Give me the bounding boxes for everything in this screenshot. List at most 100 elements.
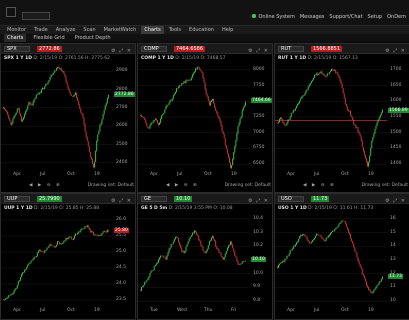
candlestick-chart[interactable]: [275, 62, 387, 172]
window-control[interactable]: [6, 7, 16, 17]
support-button[interactable]: Support/Chat: [329, 14, 362, 20]
chart-title: SPX 1 Y 1D: [4, 56, 32, 61]
candle-body: [364, 154, 366, 159]
candle-body: [345, 223, 347, 228]
candle-body: [46, 248, 48, 250]
candle-body: [349, 232, 350, 235]
candle-body: [316, 233, 318, 236]
setup-button[interactable]: Setup: [368, 14, 383, 20]
menu-tab-charts[interactable]: Charts: [141, 26, 164, 34]
candle-body: [62, 242, 64, 244]
price-axis[interactable]: 1700 1650 1600 1550 1500 1450 1400 1566.89: [387, 62, 409, 172]
time-axis[interactable]: Apr Jul Oct 19: [275, 308, 387, 316]
candle-body: [14, 289, 16, 291]
candlestick-chart[interactable]: [138, 62, 250, 172]
candle-body: [33, 99, 35, 102]
candle-body: [103, 110, 105, 115]
time-axis[interactable]: Apr Jul Oct 19: [1, 172, 113, 180]
candle-body: [147, 126, 149, 128]
candle-body: [232, 158, 234, 166]
candlestick-chart[interactable]: [138, 212, 250, 308]
price-axis-label: 2900: [116, 68, 128, 74]
symbol-input[interactable]: UUP: [4, 196, 30, 202]
candle-body: [204, 82, 206, 90]
panel-toolbar-icons[interactable]: ⚙ ⤢ ✕: [248, 196, 269, 206]
symbol-input[interactable]: COMP: [141, 46, 167, 52]
symbol-input[interactable]: GE: [141, 196, 167, 202]
candle-body: [80, 229, 82, 232]
candle-body: [40, 250, 41, 252]
panel-toolbar-icons[interactable]: ⚙ ⤢ ✕: [248, 46, 269, 56]
candle-body: [149, 125, 151, 129]
candle-body: [351, 238, 353, 241]
candle-body: [342, 220, 344, 222]
candle-body: [101, 233, 103, 235]
panel-toolbar-icons[interactable]: ⚙ ⤢ ✕: [385, 46, 406, 56]
panel-toolbar-icons[interactable]: ⚙ ⤢ ✕: [385, 196, 406, 206]
sub-menu: Charts Flexible Grid Product Depth: [0, 34, 409, 42]
candlestick-chart[interactable]: [1, 212, 113, 308]
candle-body: [299, 236, 301, 240]
time-axis[interactable]: Apr Jul Oct 19: [138, 172, 250, 180]
price-axis-label: 25.0: [116, 249, 127, 254]
menu-tab-analyze[interactable]: Analyze: [53, 26, 79, 34]
candle-body: [17, 108, 19, 110]
time-axis[interactable]: Tue Wed Thu Fri: [138, 308, 250, 316]
price-axis[interactable]: 80007750750072507000675065007464.66: [250, 62, 272, 172]
price-axis[interactable]: 16 15 14 13 12 11 10 11.73: [387, 212, 409, 308]
submenu-charts[interactable]: Charts: [4, 34, 27, 42]
menu-tab-monitor[interactable]: Monitor: [4, 26, 29, 34]
time-axis[interactable]: Apr Jul Oct 19: [1, 308, 113, 316]
candle-body: [231, 165, 233, 169]
candle-body: [99, 125, 101, 132]
time-axis-label: Apr: [13, 172, 21, 177]
symbol-input[interactable]: SPX: [4, 46, 30, 52]
drawing-set-label[interactable]: Drawing set: Default: [362, 183, 408, 188]
candle-body: [174, 92, 176, 95]
candle-body: [178, 237, 180, 242]
candle-body: [26, 109, 28, 112]
candle-body: [213, 98, 215, 104]
submenu-flexible-grid[interactable]: Flexible Grid: [30, 34, 67, 42]
candle-body: [81, 112, 83, 115]
candle-body: [333, 231, 335, 232]
candle-body: [320, 71, 322, 73]
candle-body: [283, 122, 285, 125]
menu-tab-marketwatch[interactable]: MarketWatch: [101, 26, 140, 34]
panel-header: SPX 2772.86 ⚙ ⤢ ✕: [1, 44, 135, 54]
messages-button[interactable]: Messages: [300, 14, 325, 20]
candlestick-chart[interactable]: [1, 62, 113, 172]
zoom-controls[interactable]: ◀ ▶ ⊖ ⊕: [29, 183, 62, 188]
menu-tab-trade[interactable]: Trade: [31, 26, 51, 34]
panel-toolbar-icons[interactable]: ⚙ ⤢ ✕: [111, 196, 132, 206]
account-field[interactable]: [22, 12, 50, 20]
price-axis[interactable]: 26.0 25.5 25.0 24.5 24.0 23.5 25.80: [113, 212, 135, 308]
zoom-controls[interactable]: ◀ ▶ ⊖ ⊕: [303, 183, 336, 188]
submenu-product-depth[interactable]: Product Depth: [72, 34, 114, 42]
menu-tab-help[interactable]: Help: [219, 26, 236, 34]
candle-body: [326, 73, 328, 76]
candle-body: [95, 151, 97, 162]
on-demand-button[interactable]: OnDem: [387, 14, 406, 20]
candle-body: [331, 69, 332, 72]
price-axis[interactable]: 2900 2800 2700 2600 2500 2400 2772.86: [113, 62, 135, 172]
panel-header: USO 11.73 ⚙ ⤢ ✕: [275, 194, 409, 204]
candle-body: [142, 116, 144, 118]
time-axis[interactable]: Apr Jul Oct 19: [275, 172, 387, 180]
candlestick-chart[interactable]: [275, 212, 387, 308]
zoom-controls[interactable]: ◀ ▶ ⊖ ⊕: [166, 183, 199, 188]
symbol-input[interactable]: USO: [278, 196, 304, 202]
drawing-set-label[interactable]: Drawing set: Default: [225, 183, 271, 188]
menu-tab-tools[interactable]: Tools: [166, 26, 184, 34]
panel-toolbar-icons[interactable]: ⚙ ⤢ ✕: [111, 46, 132, 56]
candle-body: [346, 106, 348, 110]
time-axis-label: Oct: [341, 308, 349, 313]
candle-body: [293, 109, 295, 111]
menu-tab-education[interactable]: Education: [186, 26, 217, 34]
symbol-input[interactable]: RUT: [278, 46, 304, 52]
candle-body: [358, 131, 360, 134]
drawing-set-label[interactable]: Drawing set: Default: [88, 183, 134, 188]
price-axis[interactable]: 10.410.310.210.110.09.99.810.10: [250, 212, 272, 308]
candle-body: [194, 71, 195, 73]
menu-tab-scan[interactable]: Scan: [80, 26, 98, 34]
